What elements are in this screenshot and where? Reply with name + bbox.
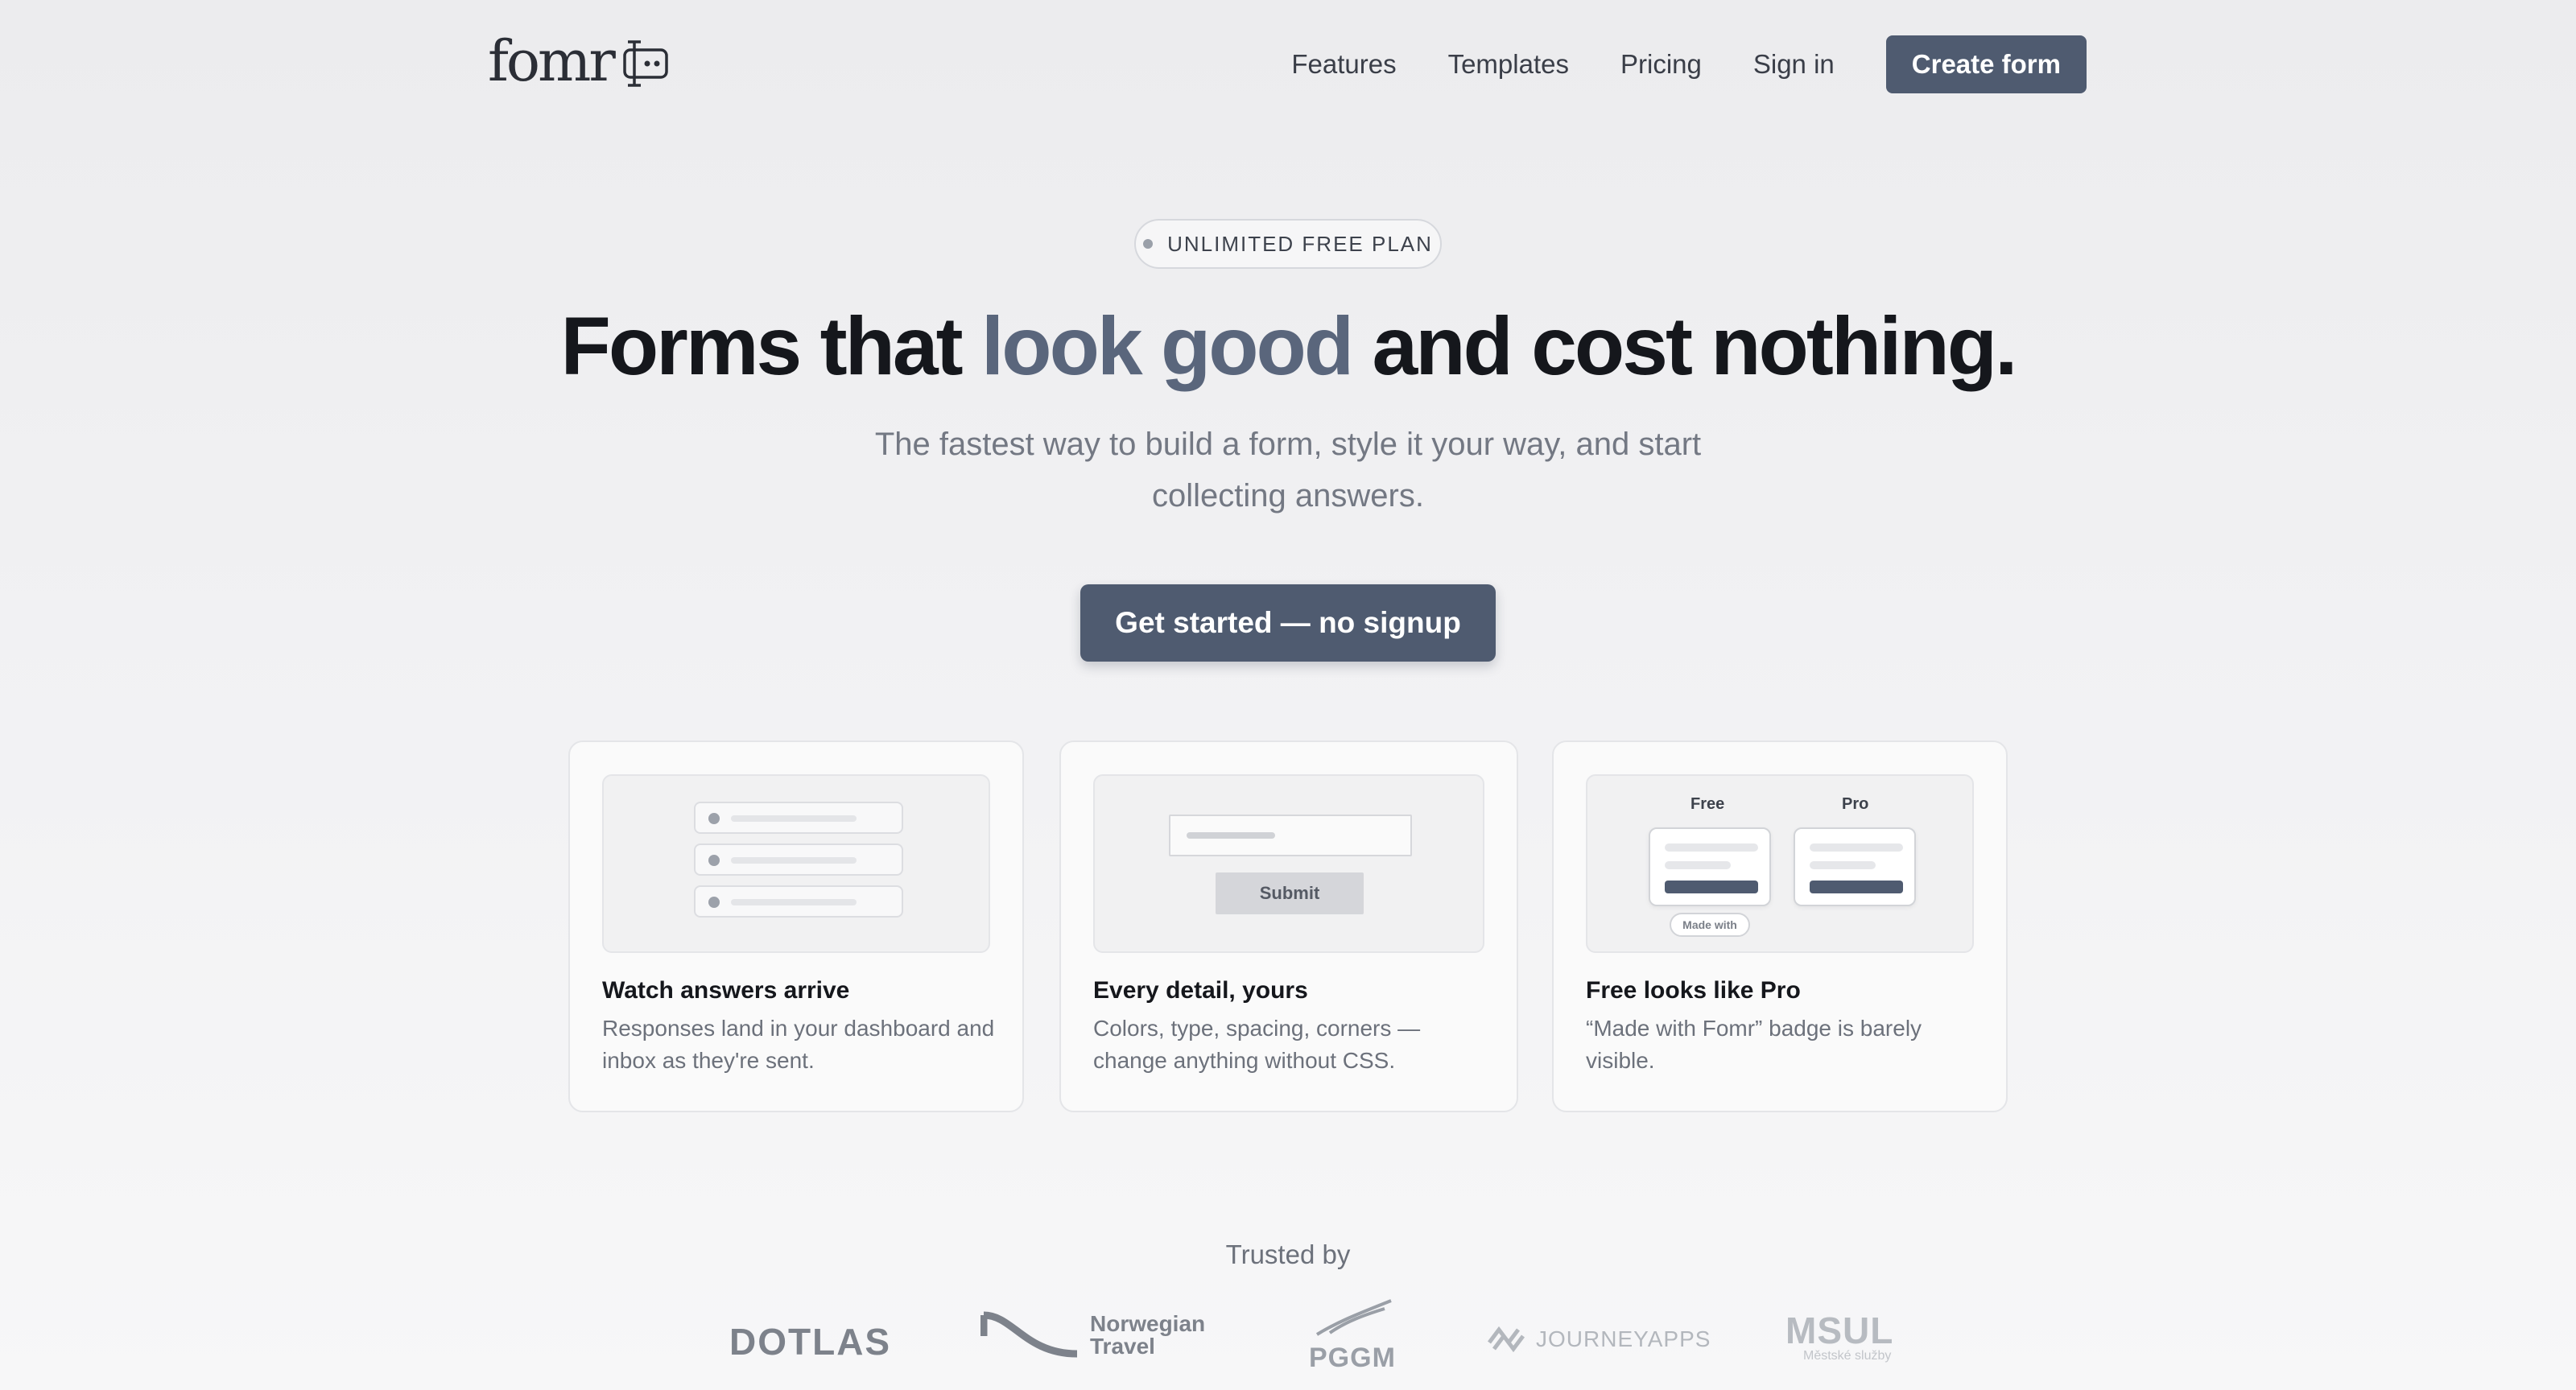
- list-row: [694, 802, 903, 834]
- brand-name: JOURNEYAPPS: [1536, 1326, 1711, 1351]
- free-pro-illustration: Free Pro Made with: [1586, 774, 1974, 953]
- feature-title: Watch answers arrive: [602, 977, 850, 1004]
- get-started-button[interactable]: Get started — no signup: [1080, 584, 1496, 662]
- trusted-by-label: Trusted by: [1225, 1239, 1351, 1269]
- text-cursor-icon: [623, 40, 668, 87]
- brand-name: MSUL: [1785, 1310, 1894, 1351]
- brand-name: DOTLAS: [729, 1321, 892, 1363]
- journeyapps-logo-icon: [1488, 1326, 1525, 1353]
- pro-form-preview: [1794, 827, 1916, 906]
- main-nav: Features Templates Pricing Sign in Creat…: [1291, 35, 2087, 93]
- subheading: The fastest way to build a form, style i…: [874, 427, 1702, 514]
- brand-subname: Travel: [1090, 1334, 1155, 1359]
- nav-templates[interactable]: Templates: [1448, 49, 1569, 80]
- feature-title: Free looks like Pro: [1586, 977, 1801, 1004]
- feature-card-answers: Watch answers arrive Responses land in y…: [568, 740, 1024, 1112]
- list-row: [694, 885, 903, 918]
- wave-logo-icon: [980, 1311, 1078, 1358]
- made-with-badge: Made with: [1670, 913, 1750, 937]
- create-form-button[interactable]: Create form: [1885, 35, 2087, 93]
- nav-sign-in[interactable]: Sign in: [1753, 49, 1835, 80]
- brand-logo-dotlas: DOTLAS: [729, 1320, 891, 1363]
- headline-accent: look good: [980, 300, 1354, 392]
- pro-label: Pro: [1842, 795, 1869, 813]
- feature-description: Colors, type, spacing, corners — change …: [1093, 1016, 1421, 1073]
- list-row: [694, 843, 903, 876]
- bird-logo-icon: [1315, 1299, 1392, 1336]
- feature-description: Responses land in your dashboard and inb…: [602, 1016, 995, 1073]
- feature-card-free-pro: Free Pro Made with Free looks like Pro “…: [1552, 740, 2008, 1112]
- brand-logo-norwegian-travel: Norwegian Travel: [980, 1309, 1205, 1362]
- sample-input: [1169, 815, 1412, 856]
- free-plan-badge: UNLIMITED FREE PLAN: [1134, 219, 1442, 269]
- customize-illustration: Submit: [1093, 774, 1484, 953]
- answers-illustration: [602, 774, 990, 953]
- headline-pre: Forms that: [560, 300, 981, 392]
- nav-pricing[interactable]: Pricing: [1620, 49, 1702, 80]
- nav-features[interactable]: Features: [1291, 49, 1396, 80]
- feature-title: Every detail, yours: [1093, 977, 1308, 1004]
- sample-submit-button: Submit: [1216, 872, 1364, 914]
- free-label: Free: [1690, 795, 1725, 813]
- brand-subname: Městské služby: [1803, 1349, 1892, 1363]
- brand-logo-msul: MSUL Městské služby: [1785, 1309, 1914, 1373]
- feature-card-customize: Submit Every detail, yours Colors, type,…: [1059, 740, 1518, 1112]
- brand-logo-journeyapps: JOURNEYAPPS: [1486, 1325, 1711, 1354]
- brand-name: PGGM: [1309, 1343, 1396, 1373]
- feature-description: “Made with Fomr” badge is barely visible…: [1586, 1016, 1922, 1073]
- brand-logo-pggm: PGGM: [1299, 1297, 1399, 1378]
- badge-dot-icon: [1143, 239, 1154, 249]
- brand-name: Norwegian: [1090, 1311, 1206, 1336]
- logo-wordmark: fomr: [488, 28, 616, 94]
- free-form-preview: [1649, 827, 1771, 906]
- site-header: fomr Features Templates Pricing Sign in …: [0, 0, 2576, 129]
- headline-post: and cost nothing.: [1352, 300, 2018, 392]
- badge-text: UNLIMITED FREE PLAN: [1167, 231, 1433, 256]
- customer-logos: DOTLAS Norwegian Travel PGGM JOURNEYAPPS…: [0, 1296, 2576, 1384]
- logo[interactable]: fomr: [488, 29, 675, 93]
- page-title: Forms that look good and cost nothing.: [0, 298, 2576, 394]
